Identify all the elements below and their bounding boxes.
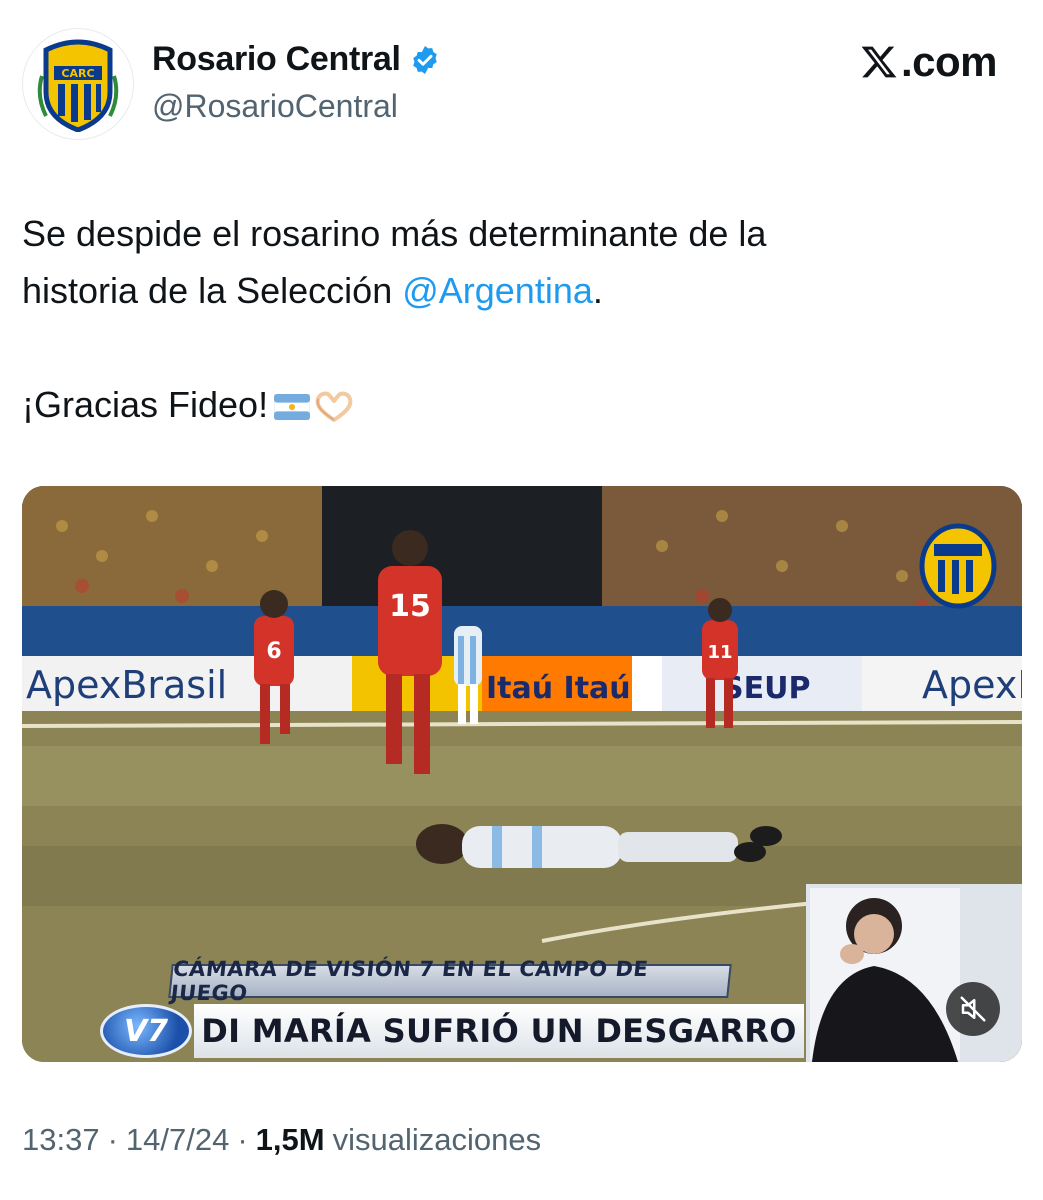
tweet-line-3: ¡Gracias Fideo! bbox=[22, 376, 1012, 433]
argentina-flag-icon bbox=[274, 394, 311, 421]
mention-link[interactable]: @Argentina bbox=[402, 270, 593, 311]
verified-badge-icon bbox=[412, 45, 437, 74]
rosario-central-crest-icon: CARC bbox=[37, 39, 119, 132]
tweet-line-3-text: ¡Gracias Fideo! bbox=[22, 384, 269, 425]
x-logo-icon bbox=[861, 46, 897, 78]
tweet-text: Se despide el rosarino más determinante … bbox=[22, 205, 1012, 433]
ticker-bottom: DI MARÍA SUFRIÓ UN DESGARRO bbox=[194, 1004, 804, 1058]
tweet-line-2: historia de la Selección @Argentina. bbox=[22, 262, 1012, 319]
sign-language-interpreter-inset bbox=[806, 884, 1022, 1062]
views-label: visualizaciones bbox=[332, 1122, 542, 1157]
tweet-line-2-prefix: historia de la Selección bbox=[22, 270, 403, 311]
tweet-time[interactable]: 13:37 bbox=[22, 1122, 100, 1158]
brand-label: .com bbox=[900, 38, 998, 85]
tweet-line-1: Se despide el rosarino más determinante … bbox=[22, 213, 767, 254]
ad-board-mid: Itaú Itaú bbox=[486, 671, 631, 706]
ad-board-left: ApexBrasil bbox=[26, 663, 227, 707]
tweet-date[interactable]: 14/7/24 bbox=[126, 1122, 229, 1158]
channel-logo: V7 bbox=[100, 1004, 192, 1058]
tweet-line-2-suffix: . bbox=[592, 270, 603, 311]
player-number-11: 11 bbox=[707, 642, 732, 663]
player-number-6: 6 bbox=[266, 639, 281, 664]
ad-board-right: ApexBr bbox=[922, 663, 1022, 707]
crest-watermark-icon bbox=[919, 523, 997, 609]
crest-text: CARC bbox=[61, 67, 94, 80]
author-handle[interactable]: @RosarioCentral bbox=[152, 88, 398, 125]
heart-hands-icon bbox=[315, 392, 353, 423]
muted-speaker-icon bbox=[960, 996, 986, 1022]
player-number-15: 15 bbox=[389, 589, 431, 624]
x-brand: .com bbox=[859, 38, 998, 86]
ticker-top: CÁMARA DE VISIÓN 7 EN EL CAMPO DE JUEGO bbox=[168, 957, 732, 1005]
author-display-name[interactable]: Rosario Central bbox=[152, 40, 401, 79]
video-player[interactable]: ApexBrasil Itaú Itaú SEUP ApexBr 6 15 bbox=[22, 486, 1022, 1062]
mute-button[interactable] bbox=[946, 982, 1000, 1036]
tweet-meta: 13:37 · 14/7/24 · 1,5M visualizaciones bbox=[22, 1122, 541, 1158]
avatar[interactable]: CARC bbox=[22, 28, 134, 140]
views-count: 1,5M bbox=[255, 1122, 325, 1157]
meta-separator-2: · bbox=[237, 1122, 248, 1157]
meta-separator-1: · bbox=[107, 1122, 118, 1157]
author-name-row: Rosario Central bbox=[152, 40, 441, 79]
